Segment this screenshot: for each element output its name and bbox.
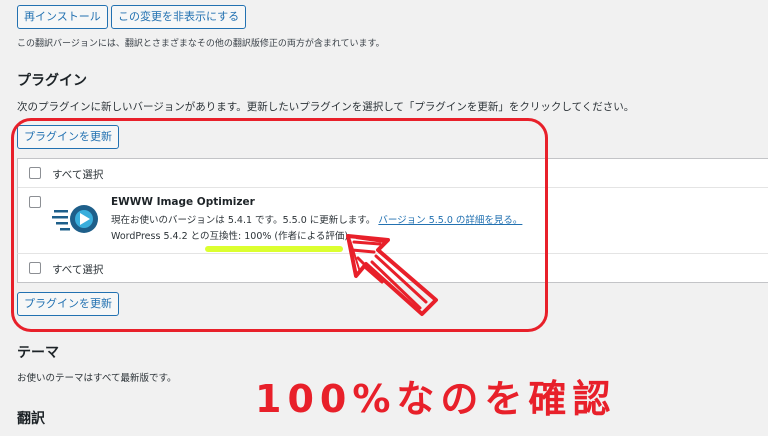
annotation-arrow-icon — [346, 234, 438, 316]
translations-heading: 翻訳 — [17, 411, 45, 427]
annotation-caption: 100%なのを確認 — [255, 377, 617, 421]
hide-changes-button[interactable]: この変更を非表示にする — [111, 5, 247, 29]
translation-note: この翻訳バージョンには、翻訳とさまざまなその他の翻訳版修正の両方が含まれています… — [17, 39, 385, 49]
plugins-annotation-frame — [11, 118, 548, 332]
plugins-heading: プラグイン — [17, 73, 87, 89]
reinstall-button[interactable]: 再インストール — [17, 5, 108, 29]
themes-heading: テーマ — [17, 345, 59, 361]
themes-description: お使いのテーマはすべて最新版です。 — [17, 373, 177, 384]
plugins-description: 次のプラグインに新しいバージョンがあります。更新したいプラグインを選択して「プラ… — [17, 101, 635, 113]
